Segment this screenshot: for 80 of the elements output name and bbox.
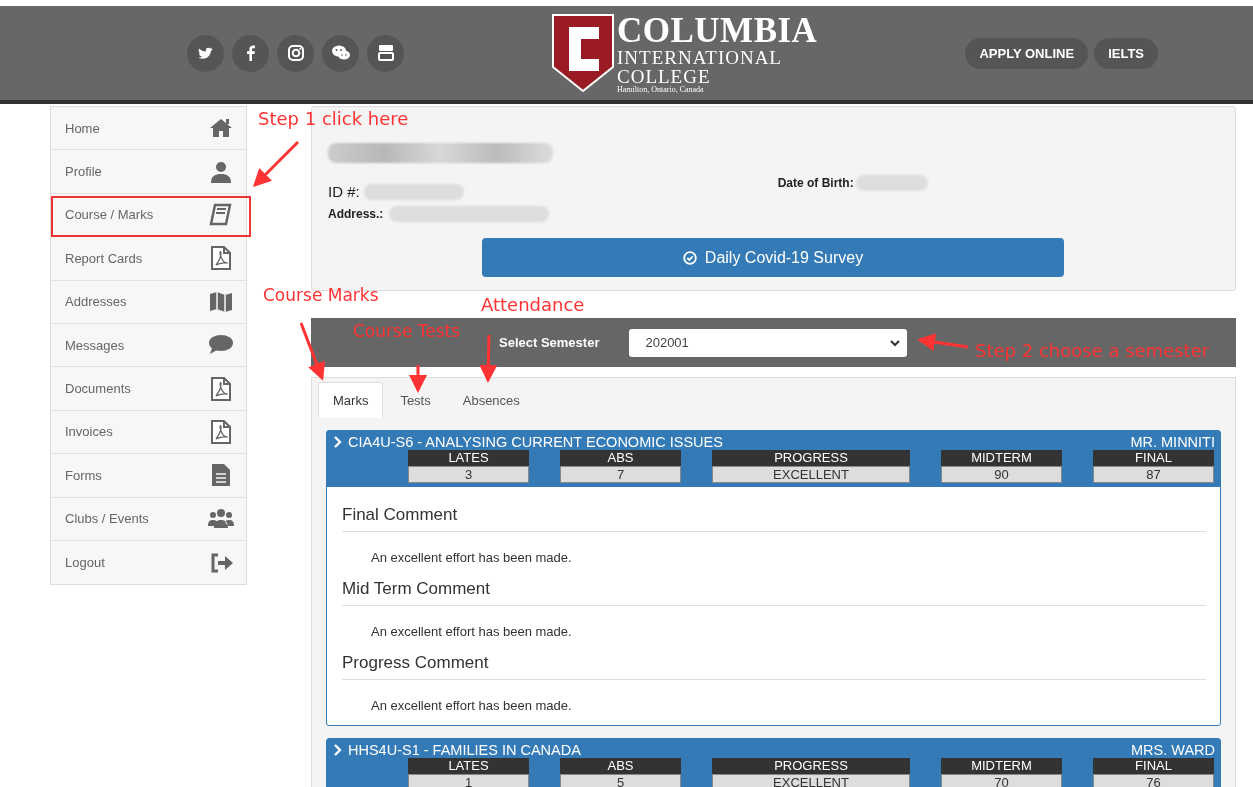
header-button[interactable]: IELTS	[1094, 37, 1158, 69]
sidebar-item[interactable]: Home	[51, 107, 246, 151]
annotation-arrow	[409, 365, 427, 393]
stat-value: 7	[560, 466, 681, 483]
logo-subtitle: COLLEGE	[617, 66, 712, 86]
course-title: CIA4U-S6 - ANALYSING CURRENT ECONOMIC ISSUES	[348, 434, 723, 450]
sidebar-item[interactable]: Report Cards	[51, 237, 246, 281]
sidebar-item[interactable]: Invoices	[51, 410, 246, 455]
sidebar-item[interactable]: Messages	[51, 323, 246, 368]
comment-heading: Progress Comment	[342, 647, 1206, 680]
stat-value: EXCELLENT	[712, 466, 910, 483]
sidebar-item[interactable]: Clubs / Events	[51, 497, 246, 541]
annotation-text: Course Marks	[263, 285, 379, 305]
stat-value: 90	[941, 466, 1062, 483]
stat-label: ABS	[560, 758, 681, 774]
chevron-right-icon	[332, 744, 344, 756]
logo-subtitle: INTERNATIONAL	[617, 47, 783, 67]
pdf-icon	[208, 375, 234, 402]
annotation-text: Step 2 choose a semester	[975, 340, 1210, 361]
sidebar-item[interactable]: Course / Marks	[51, 193, 246, 238]
annotation-arrow	[252, 140, 300, 188]
social-link[interactable]	[322, 34, 359, 72]
chevron-right-icon	[332, 436, 344, 448]
comment-heading: Mid Term Comment	[342, 573, 1206, 606]
annotation-text: Course Tests	[353, 321, 461, 341]
course-title: HHS4U-S1 - FAMILIES IN CANADA	[348, 742, 581, 758]
tab[interactable]: Marks	[318, 382, 384, 418]
social-link[interactable]	[277, 34, 314, 72]
sidebar-item[interactable]: Profile	[51, 150, 246, 194]
tab[interactable]: Tests	[385, 382, 446, 418]
annotation-arrow	[299, 322, 326, 381]
check-circle-icon	[682, 250, 697, 265]
sidebar-item[interactable]: Documents	[51, 367, 246, 411]
header-button[interactable]: APPLY ONLINE	[965, 37, 1089, 69]
book-icon	[208, 201, 234, 228]
stat-value: EXCELLENT	[712, 774, 910, 787]
stat-value: 5	[560, 774, 681, 787]
pdf-icon	[208, 418, 234, 445]
stat-label: MIDTERM	[941, 758, 1062, 774]
instagram-icon	[285, 43, 306, 63]
social-link[interactable]	[367, 34, 404, 72]
annotation-arrow	[917, 333, 969, 352]
stat-label: LATES	[408, 758, 529, 774]
stat-label: FINAL	[1093, 758, 1214, 774]
stat-label: PROGRESS	[712, 450, 910, 466]
annotation-arrow	[479, 334, 498, 383]
stat-value: 76	[1093, 774, 1214, 787]
comment-heading: Final Comment	[342, 499, 1206, 532]
pdf-icon	[208, 245, 234, 272]
comment-text: An excellent effort has been made.	[371, 698, 573, 713]
logo-title: COLUMBIA	[617, 12, 818, 48]
annotation-text: Step 1 click here	[258, 108, 409, 129]
id-label: ID #:	[328, 183, 360, 200]
shield-logo-icon	[551, 12, 615, 93]
sidebar-item[interactable]: Addresses	[51, 280, 246, 324]
dob-label: Date of Birth:	[777, 175, 854, 190]
sidebar-item[interactable]: Forms	[51, 454, 246, 498]
social-link[interactable]	[187, 34, 224, 72]
stat-label: PROGRESS	[712, 758, 910, 774]
teacher-name: MRS. WARD	[1130, 742, 1215, 758]
annotation-text: Attendance	[481, 294, 585, 315]
stat-label: FINAL	[1093, 450, 1214, 466]
address-label: Address.:	[328, 207, 384, 221]
stat-value: 1	[408, 774, 529, 787]
semester-select[interactable]: 202001	[629, 328, 908, 357]
sidebar-item[interactable]: Logout	[51, 540, 246, 585]
logo-location: Hamilton, Ontario, Canada	[617, 85, 705, 94]
stat-label: MIDTERM	[941, 450, 1062, 466]
tab[interactable]: Absences	[447, 382, 535, 418]
stat-value: 70	[941, 774, 1062, 787]
survey-button[interactable]: Daily Covid-19 Survey	[482, 238, 1064, 277]
comment-text: An excellent effort has been made.	[371, 624, 573, 639]
social-link[interactable]	[232, 34, 269, 72]
stat-label: LATES	[408, 450, 529, 466]
stat-value: 3	[408, 466, 529, 483]
comment-text: An excellent effort has been made.	[371, 550, 573, 565]
stat-value: 87	[1093, 466, 1214, 483]
semester-label: Select Semester	[499, 335, 600, 350]
stat-label: ABS	[560, 450, 681, 466]
teacher-name: MR. MINNITI	[1130, 434, 1215, 450]
